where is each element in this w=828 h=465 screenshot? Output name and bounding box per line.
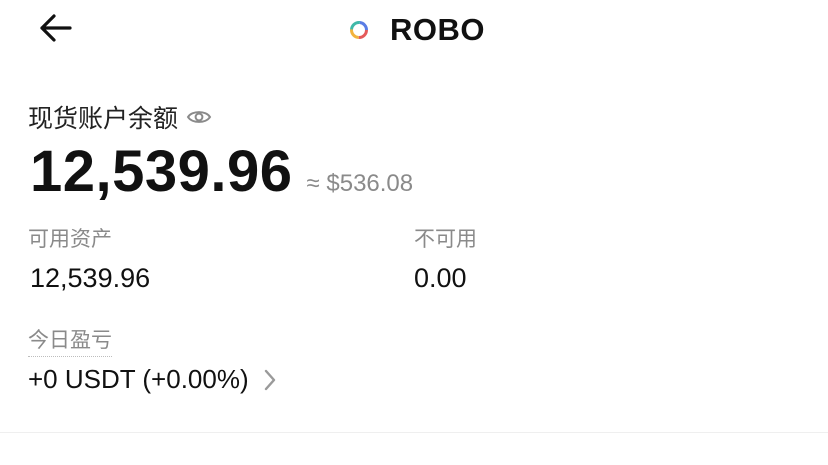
balance-label-row: 现货账户余额 [28,100,212,134]
section-divider [0,432,828,433]
header: ROBO [0,0,828,60]
unavailable-label: 不可用 [414,228,477,251]
page-title: ROBO [390,12,485,47]
available-label: 可用资产 [28,228,112,251]
back-button[interactable] [34,10,78,46]
balance-row: 12,539.96 ≈ $536.08 [30,138,413,205]
chevron-right-icon [264,369,275,390]
today-pnl-row[interactable]: +0 USDT (+0.00%) [28,364,277,395]
title-group: ROBO [348,8,485,52]
asset-detail-screen: ROBO 现货账户余额 12,539.96 ≈ $536.08 可用资产 12,… [0,0,828,465]
unavailable-value: 0.00 [414,263,467,293]
robo-coin-logo [350,21,368,39]
available-value: 12,539.96 [30,263,151,293]
today-pnl-label[interactable]: 今日盈亏 [28,324,112,357]
arrow-left-icon [40,14,72,42]
today-pnl-value: +0 USDT (+0.00%) [28,364,249,394]
total-balance-value: 12,539.96 [30,139,293,204]
eye-icon[interactable] [186,107,212,127]
balance-usd-approx: ≈ $536.08 [306,170,414,197]
balance-label: 现货账户余额 [28,105,179,133]
